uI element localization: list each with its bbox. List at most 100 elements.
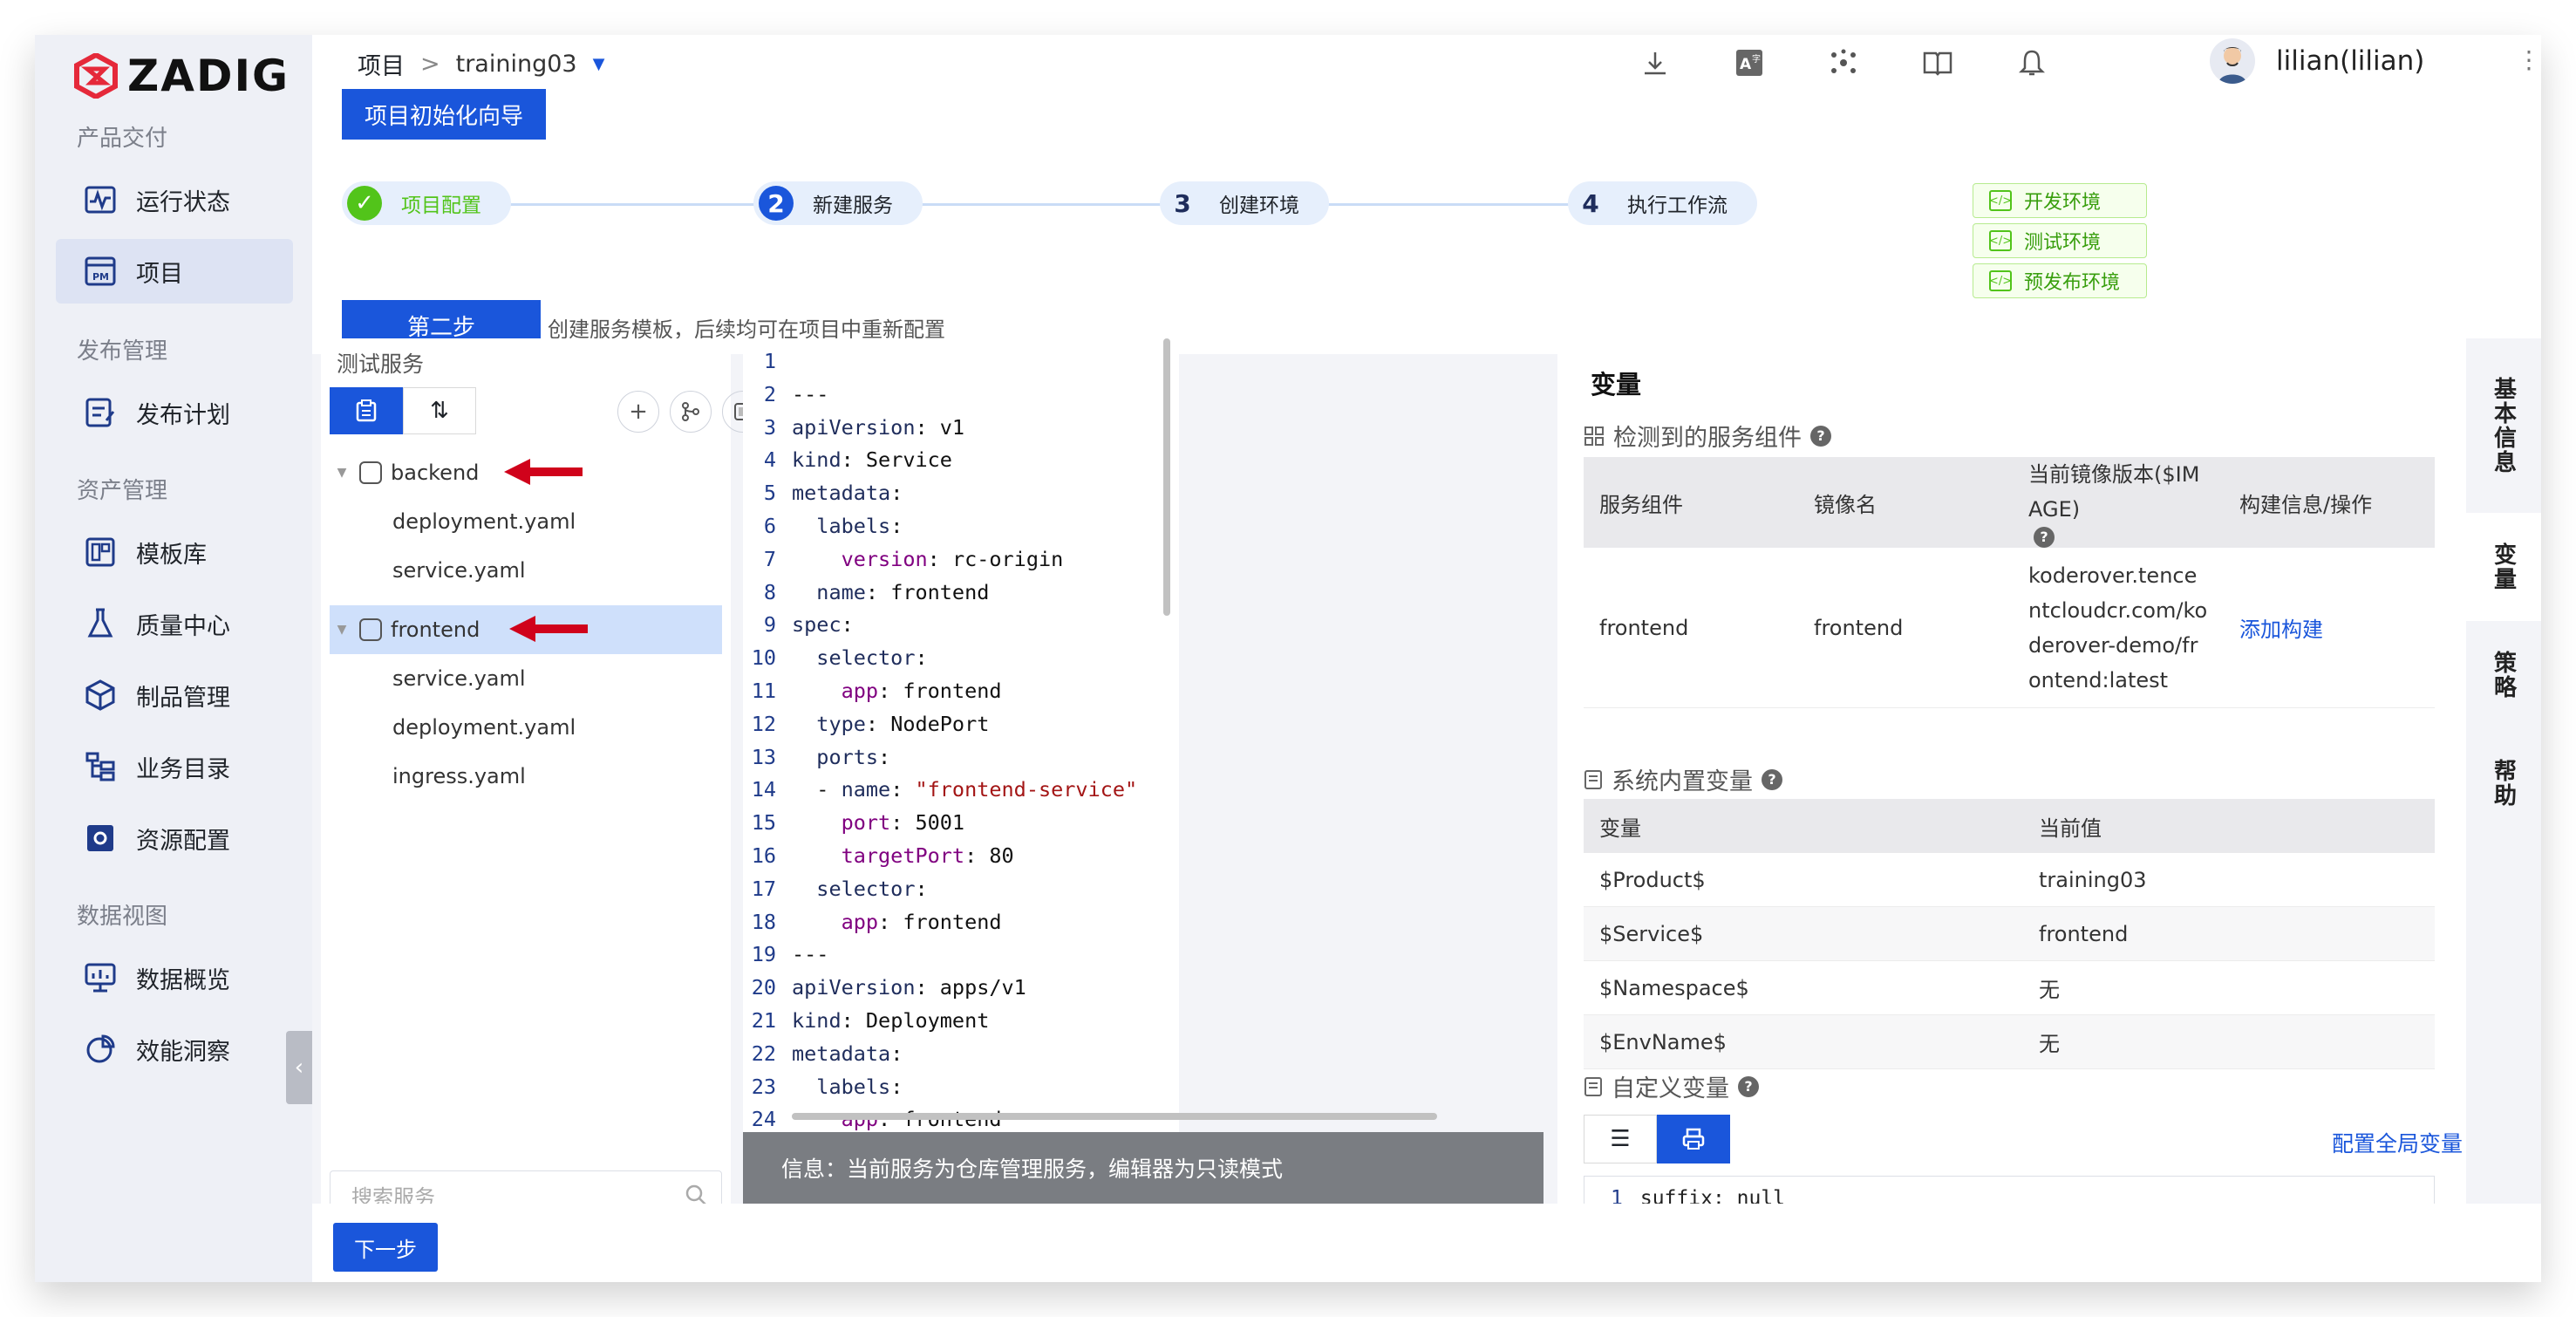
yaml-mode-button[interactable] bbox=[1657, 1115, 1730, 1163]
column-header: 构建信息/操作 bbox=[2239, 492, 2373, 517]
network-icon[interactable] bbox=[1823, 45, 1864, 80]
line-number: 10 bbox=[751, 645, 776, 671]
step-create-env[interactable]: 3 创建环境 bbox=[1160, 181, 1329, 225]
download-icon[interactable] bbox=[1634, 45, 1676, 80]
project-wizard: 项目初始化向导 ✓ 项目配置 2 新建服务 3 创建环境 4 执行工作流 </>… bbox=[312, 89, 2541, 354]
tree-service-backend[interactable]: ▼ backend bbox=[330, 448, 722, 497]
service-panel: 测试服务 ⇅ + ▼ backend deployment.yaml servi… bbox=[321, 338, 764, 1219]
tab-help[interactable]: 帮助 bbox=[2466, 729, 2541, 837]
sidebar-item-label: 效能洞察 bbox=[136, 1038, 230, 1066]
code-text: ports: bbox=[816, 744, 891, 769]
list-mode-button[interactable]: ☰ bbox=[1584, 1115, 1657, 1163]
next-step-button[interactable]: 下一步 bbox=[333, 1223, 438, 1272]
editor-horizontal-scrollbar[interactable] bbox=[792, 1113, 1437, 1120]
code-line: 6 labels: bbox=[743, 510, 1155, 543]
code-text: app: frontend bbox=[841, 909, 1002, 934]
tree-file[interactable]: deployment.yaml bbox=[330, 703, 722, 752]
sort-icon: ⇅ bbox=[430, 398, 449, 424]
add-build-link[interactable]: 添加构建 bbox=[2224, 548, 2435, 707]
sidebar-item-artifacts[interactable]: 制品管理 bbox=[56, 663, 293, 727]
variable-name: $EnvName$ bbox=[1599, 1029, 1727, 1054]
nav-group-data-view: 数据视图 bbox=[77, 904, 168, 930]
sidebar-item-resource-config[interactable]: 资源配置 bbox=[56, 806, 293, 870]
line-number: 7 bbox=[763, 546, 776, 571]
git-branch-button[interactable] bbox=[670, 391, 712, 433]
env-tag-dev[interactable]: </> 开发环境 bbox=[1973, 183, 2147, 218]
editor-vertical-scrollbar[interactable] bbox=[1163, 338, 1170, 616]
configure-global-variables-link[interactable]: 配置全局变量 bbox=[2332, 1127, 2463, 1158]
caret-down-icon[interactable]: ▼ bbox=[330, 623, 354, 637]
monitor-icon bbox=[84, 961, 117, 994]
component-name: frontend bbox=[1599, 615, 1689, 640]
tree-service-frontend[interactable]: ▼ frontend bbox=[330, 605, 722, 654]
help-icon[interactable]: ? bbox=[1810, 425, 1831, 447]
bell-icon[interactable] bbox=[2011, 45, 2053, 80]
sidebar-item-runtime-status[interactable]: 运行状态 bbox=[56, 167, 293, 232]
step-project-config[interactable]: ✓ 项目配置 bbox=[342, 181, 511, 225]
step-new-service[interactable]: 2 新建服务 bbox=[753, 181, 923, 225]
tab-basic-info[interactable]: 基本信息 bbox=[2466, 338, 2541, 513]
tree-file[interactable]: service.yaml bbox=[330, 654, 722, 703]
init-guide-button[interactable]: 项目初始化向导 bbox=[342, 89, 547, 140]
sidebar-item-data-overview[interactable]: 数据概览 bbox=[56, 945, 293, 1010]
sort-button[interactable]: ⇅ bbox=[403, 387, 476, 434]
code-area[interactable]: 1 2 --- 3 apiVersion: v1 4 kind: Service 5 metad… bbox=[743, 345, 1155, 1130]
code-text: labels: bbox=[816, 1074, 903, 1099]
sidebar-item-release-plan[interactable]: 发布计划 bbox=[56, 380, 293, 445]
tab-variables[interactable]: 变量 bbox=[2466, 513, 2541, 621]
user-menu[interactable]: lilian(lilian) bbox=[2210, 38, 2424, 84]
line-number: 22 bbox=[751, 1041, 776, 1066]
book-icon[interactable] bbox=[1917, 45, 1959, 80]
code-line: 17 selector: bbox=[743, 873, 1155, 906]
catalog-icon bbox=[84, 750, 117, 783]
line-number: 6 bbox=[763, 513, 776, 538]
brand-name: ZADIG bbox=[127, 51, 290, 101]
sidebar-item-efficiency-insight[interactable]: 效能洞察 bbox=[56, 1017, 293, 1082]
sidebar-item-business-catalog[interactable]: 业务目录 bbox=[56, 734, 293, 799]
code-icon: </> bbox=[1989, 270, 2012, 291]
env-tag-label: 预发布环境 bbox=[2024, 272, 2121, 294]
breadcrumb-root[interactable]: 项目 bbox=[358, 47, 405, 81]
sidebar-collapse-handle[interactable]: ‹ bbox=[286, 1031, 312, 1104]
code-line: 3 apiVersion: v1 bbox=[743, 412, 1155, 445]
help-icon[interactable]: ? bbox=[1762, 768, 1782, 790]
chevron-left-icon: ‹ bbox=[294, 1054, 304, 1081]
detected-components-heading: 检测到的服务组件 ? bbox=[1584, 419, 1831, 453]
sidebar-item-quality-center[interactable]: 质量中心 bbox=[56, 591, 293, 656]
list-view-button[interactable] bbox=[330, 387, 403, 434]
service-tree: ▼ backend deployment.yaml service.yaml ▼… bbox=[330, 448, 722, 801]
sidebar-item-projects[interactable]: PM 项目 bbox=[56, 239, 293, 304]
tree-file[interactable]: ingress.yaml bbox=[330, 752, 722, 801]
tab-policy[interactable]: 策略 bbox=[2466, 621, 2541, 729]
more-menu-icon[interactable]: ⋮ bbox=[2517, 45, 2541, 74]
line-number: 13 bbox=[751, 744, 776, 769]
caret-down-icon[interactable]: ▼ bbox=[330, 466, 354, 480]
column-header: 当前值 bbox=[2039, 815, 2102, 841]
help-icon[interactable]: ? bbox=[2034, 527, 2055, 548]
variable-value: 无 bbox=[2039, 1032, 2060, 1056]
env-tag-test[interactable]: </> 测试环境 bbox=[1973, 223, 2147, 258]
code-line: 14 - name: "frontend-service" bbox=[743, 774, 1155, 807]
caret-down-icon[interactable]: ▼ bbox=[593, 55, 605, 73]
translate-icon[interactable]: A字 bbox=[1728, 45, 1770, 80]
step-run-workflow[interactable]: 4 执行工作流 bbox=[1568, 181, 1757, 225]
image-name: frontend bbox=[1814, 615, 1904, 640]
line-number: 14 bbox=[751, 777, 776, 802]
user-name: lilian(lilian) bbox=[2276, 45, 2425, 77]
env-tag-staging[interactable]: </> 预发布环境 bbox=[1973, 263, 2147, 298]
add-service-button[interactable]: + bbox=[617, 391, 659, 433]
line-number: 8 bbox=[763, 579, 776, 604]
sidebar-item-template-library[interactable]: 模板库 bbox=[56, 520, 293, 584]
help-icon[interactable]: ? bbox=[1738, 1075, 1759, 1097]
variable-name: $Product$ bbox=[1599, 867, 1706, 892]
env-tags: </> 开发环境 </> 测试环境 </> 预发布环境 bbox=[1973, 183, 2147, 304]
svg-text:PM: PM bbox=[92, 271, 109, 283]
code-text: labels: bbox=[816, 513, 903, 538]
tree-file[interactable]: service.yaml bbox=[330, 546, 722, 595]
code-line: 12 type: NodePort bbox=[743, 708, 1155, 741]
code-line: 5 metadata: bbox=[743, 477, 1155, 510]
tree-file[interactable]: deployment.yaml bbox=[330, 497, 722, 546]
logo[interactable]: ZADIG bbox=[73, 51, 290, 101]
yaml-editor[interactable]: 1 2 --- 3 apiVersion: v1 4 kind: Service 5 metad… bbox=[743, 338, 1544, 1239]
breadcrumb-project[interactable]: training03 bbox=[456, 51, 577, 78]
